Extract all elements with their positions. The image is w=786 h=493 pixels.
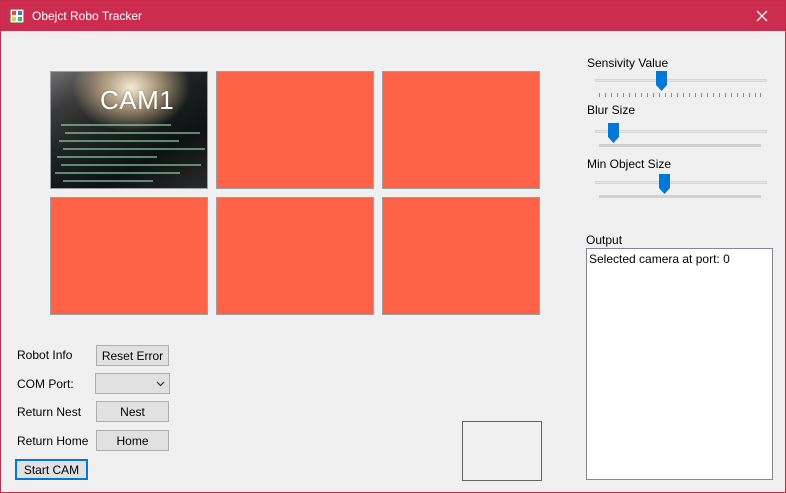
camera-view-1[interactable]: CAM1: [50, 71, 208, 189]
camera-view-3[interactable]: [382, 71, 540, 189]
camera-view-2[interactable]: [216, 71, 374, 189]
code-line: [65, 132, 200, 134]
min-object-slider-track[interactable]: [595, 181, 767, 184]
preview-box: [462, 421, 542, 481]
title-bar[interactable]: Obejct Robo Tracker: [1, 1, 785, 31]
code-line: [59, 140, 179, 142]
camera-view-6[interactable]: [382, 197, 540, 315]
blur-slider-baseline: [599, 144, 761, 147]
code-line: [57, 156, 157, 158]
robot-info-label: Robot Info: [17, 348, 73, 362]
min-object-size-label: Min Object Size: [587, 157, 672, 171]
camera-label: CAM1: [100, 85, 175, 115]
sensitivity-label: Sensivity Value: [587, 56, 669, 70]
app-grid-icon: [10, 9, 24, 23]
camera-view-5[interactable]: [216, 197, 374, 315]
blur-slider-thumb[interactable]: [608, 123, 619, 143]
chevron-down-icon: [156, 381, 165, 387]
blur-size-label: Blur Size: [587, 103, 636, 117]
output-line: Selected camera at port: 0: [589, 252, 730, 266]
output-log[interactable]: Selected camera at port: 0: [586, 248, 773, 480]
nest-button[interactable]: Nest: [96, 401, 169, 422]
reset-error-button[interactable]: Reset Error: [96, 345, 169, 366]
code-line: [55, 172, 180, 174]
close-icon: [756, 10, 768, 22]
com-port-select[interactable]: [95, 373, 170, 394]
code-line: [63, 180, 153, 182]
home-button[interactable]: Home: [96, 430, 169, 451]
code-line: [63, 148, 205, 150]
app-window: Obejct Robo Tracker CAM1 Robot Info Rese…: [0, 0, 786, 493]
return-home-label: Return Home: [17, 434, 89, 448]
start-cam-button[interactable]: Start CAM: [15, 459, 88, 480]
min-object-slider-baseline: [599, 195, 761, 198]
min-object-slider-thumb[interactable]: [659, 174, 670, 194]
return-nest-label: Return Nest: [17, 405, 82, 419]
sensitivity-ticks: [599, 93, 761, 97]
output-label: Output: [586, 233, 623, 247]
code-line: [61, 124, 171, 126]
camera-view-4[interactable]: [50, 197, 208, 315]
com-port-label: COM Port:: [17, 377, 74, 391]
blur-slider-track[interactable]: [595, 130, 767, 133]
close-button[interactable]: [739, 1, 785, 31]
code-line: [61, 164, 201, 166]
sensitivity-slider-thumb[interactable]: [656, 71, 667, 91]
window-title: Obejct Robo Tracker: [32, 9, 143, 23]
sensitivity-slider-track[interactable]: [595, 79, 767, 82]
